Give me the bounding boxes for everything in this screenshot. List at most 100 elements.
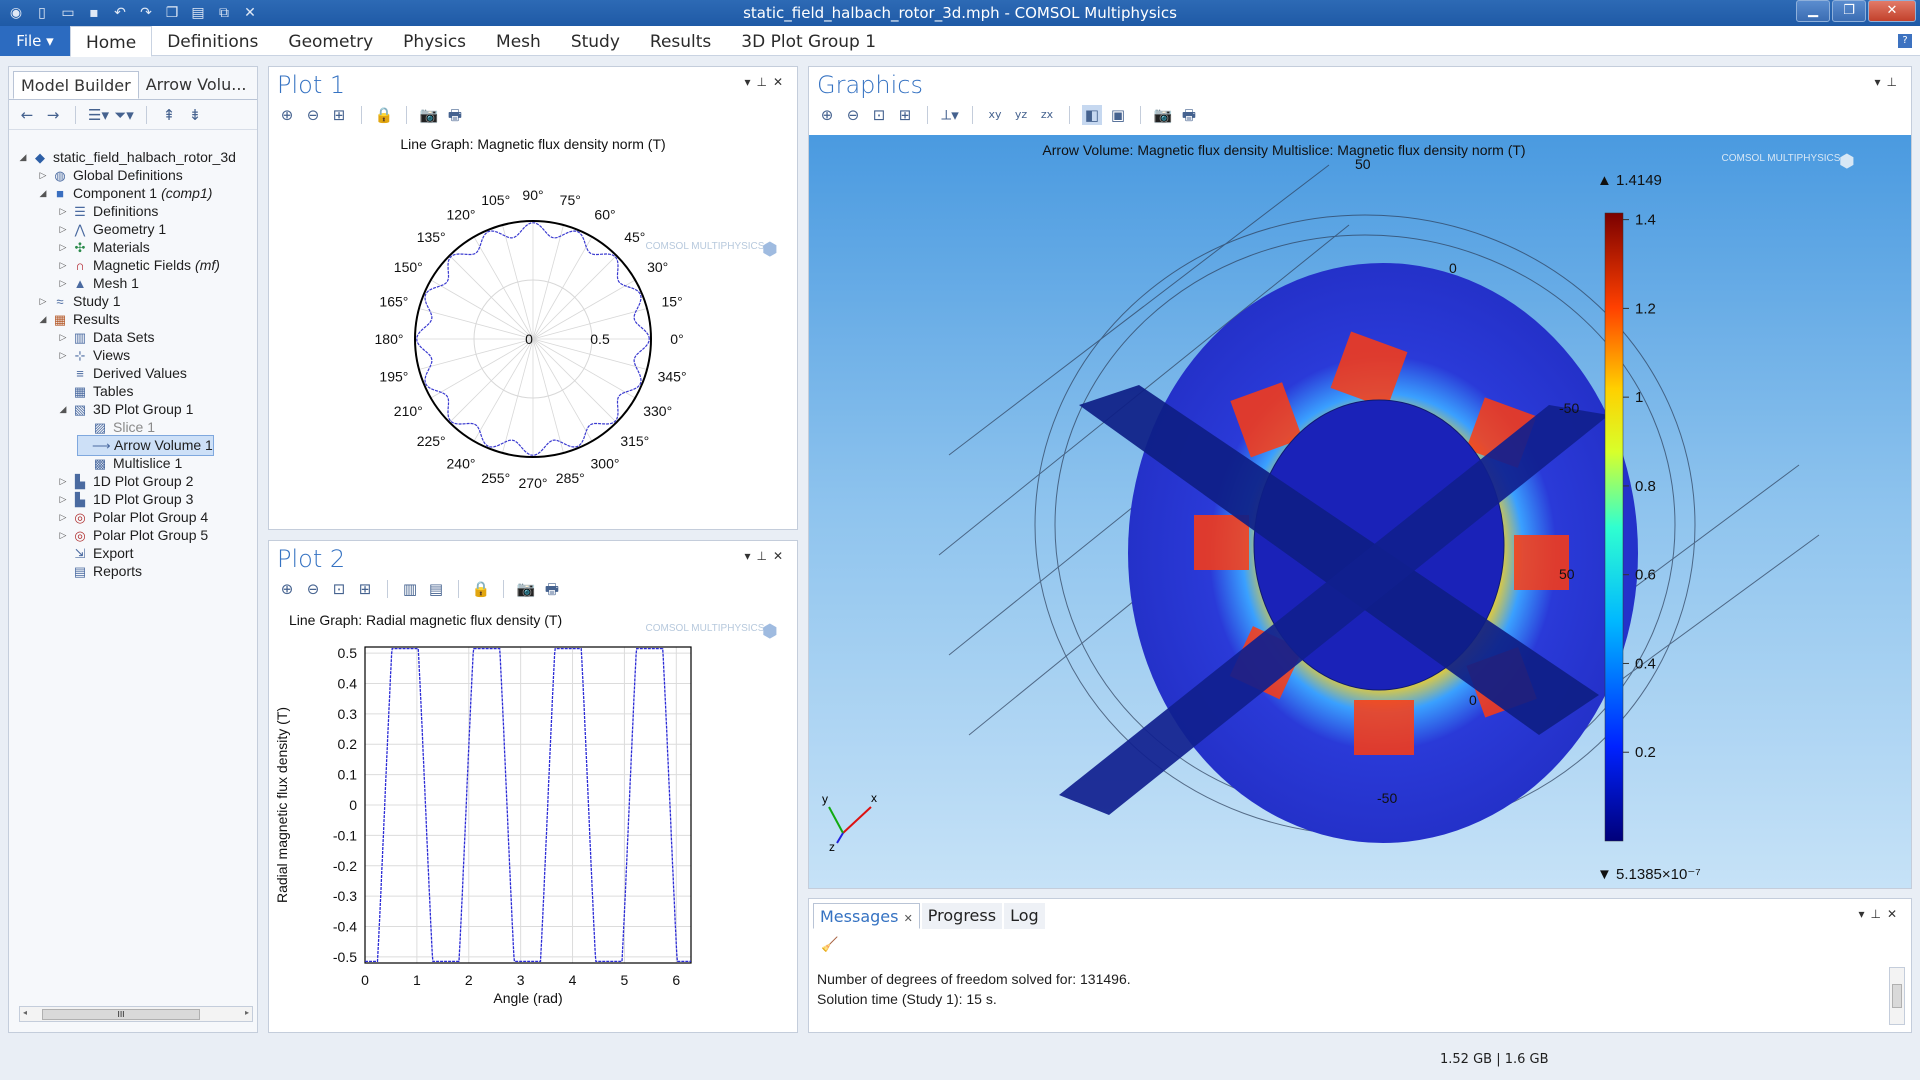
ribbon-tab-home[interactable]: Home [70, 26, 153, 57]
zoom-in-icon[interactable]: ⊕ [277, 579, 297, 599]
scrollbar-thumb[interactable]: III [42, 1009, 200, 1020]
y-grid-icon[interactable]: ▤ [426, 579, 446, 599]
ribbon-tab-results[interactable]: Results [635, 26, 726, 56]
collapse-arrow-icon[interactable]: ◢ [37, 309, 49, 330]
zoom-in-icon[interactable]: ⊕ [277, 105, 297, 125]
plot-group-3d-icon: ▧ [73, 401, 87, 417]
zoom-extents-icon[interactable]: ⊞ [895, 105, 915, 125]
tree-node-reports[interactable]: ▤ Reports [57, 561, 142, 582]
tab-log[interactable]: Log [1004, 903, 1045, 929]
ribbon-tab-physics[interactable]: Physics [388, 26, 481, 56]
zoom-extents-icon[interactable]: ⊞ [355, 579, 375, 599]
zx-plane-icon[interactable]: zx [1037, 105, 1057, 125]
ribbon-tab-mesh[interactable]: Mesh [481, 26, 556, 56]
y-axis-label: Radial magnetic flux density (T) [274, 707, 290, 903]
x-grid-icon[interactable]: ▥ [400, 579, 420, 599]
xy-plane-icon[interactable]: xy [985, 105, 1005, 125]
polar-angle-label: 0° [670, 331, 683, 347]
triad-x-label: x [871, 791, 877, 805]
collapse-arrow-icon[interactable]: ◢ [57, 399, 69, 420]
tab-progress[interactable]: Progress [921, 903, 1003, 929]
file-menu-button[interactable]: File ▾ [0, 26, 70, 56]
close-panel-icon[interactable]: ✕ [773, 549, 789, 563]
tables-icon: ▦ [73, 383, 87, 399]
slice-icon: ▨ [93, 419, 107, 435]
multislice-icon: ▩ [93, 455, 107, 471]
ribbon-tab-3d-plot-group-1[interactable]: 3D Plot Group 1 [726, 26, 891, 56]
colorbar [1604, 212, 1624, 842]
close-panel-icon[interactable]: ✕ [773, 75, 789, 89]
panel-menu-icon[interactable]: ▾ [744, 75, 756, 89]
polar-angle-label: 90° [522, 187, 543, 203]
back-arrow-icon[interactable]: ← [17, 105, 37, 125]
geometry-icon: ⋀ [74, 221, 86, 237]
polar-angle-label: 255° [481, 470, 510, 486]
camera-icon[interactable]: 📷 [419, 105, 439, 125]
camera-icon[interactable]: 📷 [516, 579, 536, 599]
pin-icon[interactable]: ⊥ [1887, 75, 1903, 89]
polar-angle-label: 330° [643, 403, 672, 419]
view-axes-icon[interactable]: ⟂▾ [940, 105, 960, 125]
x-tick-label: 0 [361, 972, 369, 988]
lock-axis-icon[interactable]: 🔒 [374, 105, 394, 125]
polar-plot[interactable]: Line Graph: Magnetic flux density norm (… [269, 129, 797, 529]
forward-arrow-icon[interactable]: → [43, 105, 63, 125]
x-tick-label: 1 [413, 972, 421, 988]
expand-all-icon[interactable]: ⇟ [185, 105, 205, 125]
zoom-out-icon[interactable]: ⊖ [303, 579, 323, 599]
scene-light-icon[interactable]: ◧ [1082, 105, 1102, 125]
transparency-icon[interactable]: ▣ [1108, 105, 1128, 125]
collapse-all-icon[interactable]: ⇞ [159, 105, 179, 125]
polar-angle-label: 345° [658, 368, 687, 384]
colorbar-tick-label: 1.2 [1635, 300, 1656, 317]
plot-group-1d-icon: ▙ [75, 491, 85, 507]
messages-vertical-scrollbar[interactable] [1889, 967, 1905, 1025]
print-icon[interactable]: 🖶 [445, 105, 465, 125]
tab-arrow-volume-settings[interactable]: Arrow Volu... [139, 71, 254, 99]
ribbon-tab-study[interactable]: Study [556, 26, 635, 56]
ribbon-tab-geometry[interactable]: Geometry [273, 26, 388, 56]
zoom-box-icon[interactable]: ⊡ [869, 105, 889, 125]
tab-model-builder[interactable]: Model Builder [13, 71, 139, 99]
panel-menu-icon[interactable]: ▾ [1858, 907, 1870, 921]
camera-icon[interactable]: 📷 [1153, 105, 1173, 125]
line-chart[interactable]: Line Graph: Radial magnetic flux density… [269, 603, 797, 1033]
lock-axis-icon[interactable]: 🔒 [471, 579, 491, 599]
zoom-out-icon[interactable]: ⊖ [303, 105, 323, 125]
plot1-panel: Plot 1 ▾⊥✕ ⊕ ⊖ ⊞ 🔒 📷 🖶 Line Graph: Magne… [268, 66, 798, 530]
plot2-panel: Plot 2 ▾⊥✕ ⊕ ⊖ ⊡ ⊞ ▥ ▤ 🔒 📷 🖶 Line Graph:… [268, 540, 798, 1033]
clear-messages-icon[interactable]: 🧹 [821, 937, 838, 953]
pin-icon[interactable]: ⊥ [756, 549, 772, 563]
minimize-button[interactable]: ▁ [1796, 0, 1830, 22]
ribbon-tab-definitions[interactable]: Definitions [152, 26, 273, 56]
zoom-box-icon[interactable]: ⊡ [329, 579, 349, 599]
collapse-arrow-icon[interactable]: ◢ [17, 147, 29, 168]
colorbar-max-label: ▲ 1.4149 [1597, 172, 1662, 189]
zoom-extents-icon[interactable]: ⊞ [329, 105, 349, 125]
help-icon[interactable]: ? [1898, 34, 1912, 48]
close-window-button[interactable]: ✕ [1868, 0, 1916, 22]
filter-menu-icon[interactable]: ⏷▾ [114, 105, 134, 125]
collapse-arrow-icon[interactable]: ◢ [37, 183, 49, 204]
panel-menu-icon[interactable]: ▾ [744, 549, 756, 563]
y-tick-label: 0.4 [338, 675, 358, 691]
close-panel-icon[interactable]: ✕ [1887, 907, 1903, 921]
zoom-out-icon[interactable]: ⊖ [843, 105, 863, 125]
tree-horizontal-scrollbar[interactable]: ◂ III ▸ [19, 1006, 253, 1022]
print-icon[interactable]: 🖶 [542, 579, 562, 599]
polar-angle-label: 135° [417, 229, 446, 245]
panel-menu-icon[interactable]: ▾ [1875, 75, 1887, 89]
show-menu-icon[interactable]: ☰▾ [88, 105, 109, 125]
maximize-button[interactable]: ❐ [1832, 0, 1866, 22]
polar-radial-label: 0 [525, 331, 533, 347]
graphics-title: Graphics [817, 71, 923, 99]
close-tab-icon[interactable]: ✕ [904, 912, 913, 925]
zoom-in-icon[interactable]: ⊕ [817, 105, 837, 125]
pin-icon[interactable]: ⊥ [1870, 907, 1886, 921]
pin-icon[interactable]: ⊥ [756, 75, 772, 89]
comsol-cube-icon: ⬢ [1839, 151, 1855, 171]
graphics-canvas[interactable]: Arrow Volume: Magnetic flux density Mult… [809, 135, 1911, 888]
yz-plane-icon[interactable]: yz [1011, 105, 1031, 125]
tab-messages[interactable]: Messages ✕ [813, 903, 920, 929]
print-icon[interactable]: 🖶 [1179, 105, 1199, 125]
